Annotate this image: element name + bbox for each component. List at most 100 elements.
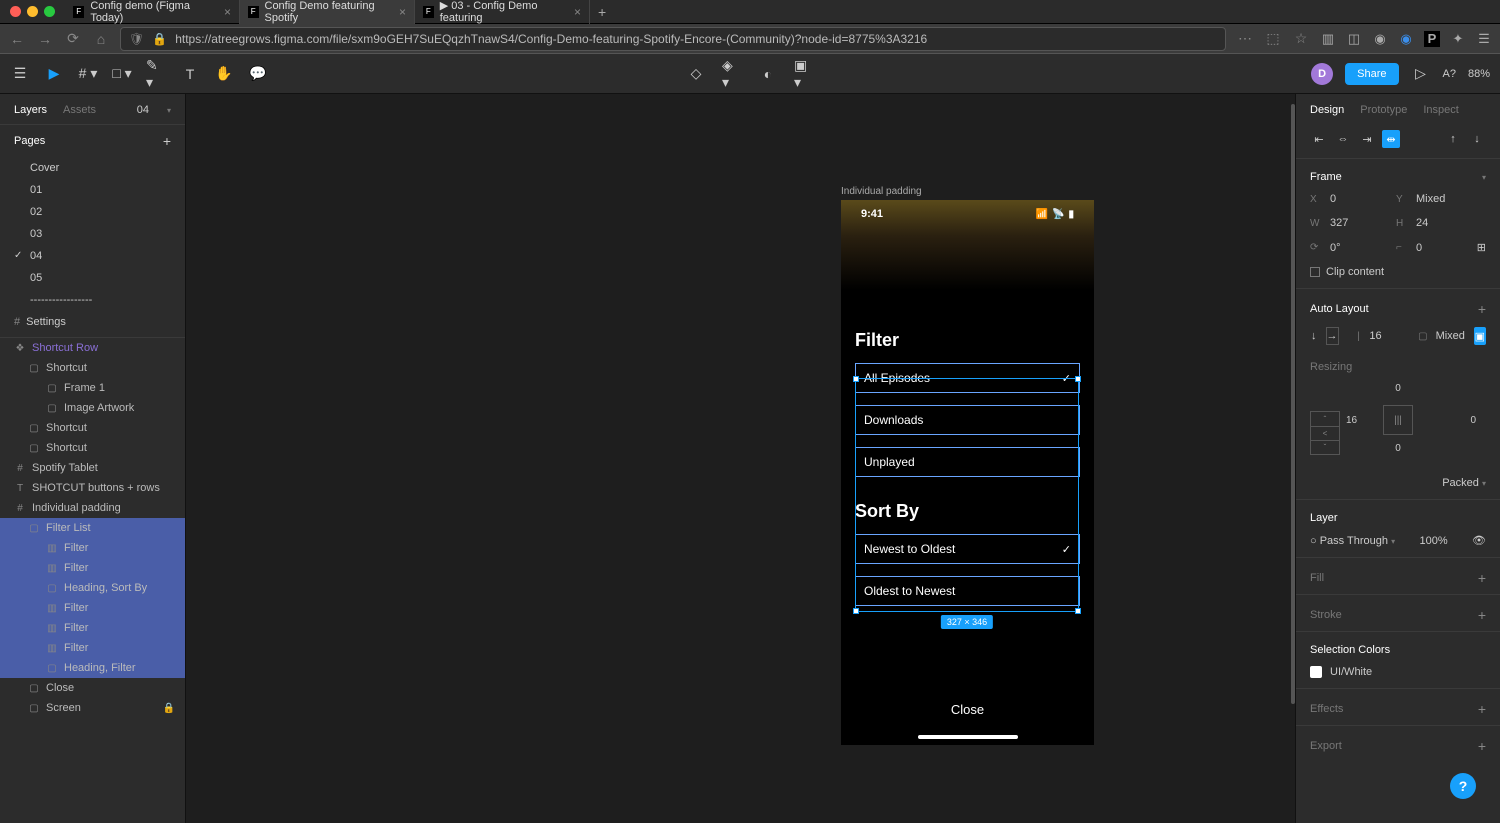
tab-prototype[interactable]: Prototype (1360, 104, 1407, 116)
page-item[interactable]: 02 (0, 201, 185, 223)
tab-inspect[interactable]: Inspect (1423, 104, 1458, 116)
mask-icon[interactable]: ◐ (758, 64, 778, 84)
layer-item[interactable]: ▢Shortcut (0, 438, 185, 458)
browser-tab-0[interactable]: F Config demo (Figma Today) × (65, 0, 240, 24)
rotation-input[interactable]: 0° (1330, 242, 1360, 254)
ext-icon[interactable]: ◉ (1398, 31, 1414, 47)
opacity-input[interactable]: 100% (1419, 535, 1447, 547)
share-button[interactable]: Share (1345, 63, 1398, 85)
layer-item[interactable]: ▥Filter (0, 618, 185, 638)
help-button[interactable]: ? (1450, 773, 1476, 799)
new-tab-button[interactable]: + (590, 4, 614, 20)
layer-item[interactable]: #Individual padding (0, 498, 185, 518)
close-window-icon[interactable] (10, 6, 21, 17)
tab-layers[interactable]: Layers (14, 104, 47, 116)
ext-p-icon[interactable]: P (1424, 31, 1440, 47)
x-input[interactable]: 0 (1330, 193, 1360, 205)
zoom-level[interactable]: 88% (1468, 68, 1490, 80)
clip-content-checkbox[interactable]: Clip content (1310, 266, 1384, 278)
move-tool-icon[interactable]: ▶ (44, 64, 64, 84)
layer-item[interactable]: ▥Filter (0, 638, 185, 658)
y-input[interactable]: Mixed (1416, 193, 1446, 205)
option-unplayed[interactable]: Unplayed (855, 447, 1080, 477)
add-auto-layout-button[interactable]: + (1478, 301, 1486, 317)
page-item[interactable]: 01 (0, 179, 185, 201)
close-tab-icon[interactable]: × (224, 5, 231, 19)
union-icon[interactable]: ▣ ▾ (794, 64, 814, 84)
library-icon[interactable]: ▥ (1320, 31, 1336, 47)
layer-item[interactable]: #Spotify Tablet (0, 458, 185, 478)
current-page-indicator[interactable]: 04 (137, 104, 149, 116)
zoom-a-label[interactable]: A? (1443, 68, 1456, 80)
layer-item[interactable]: ▢Frame 1 (0, 378, 185, 398)
bookmark-icon[interactable]: ☆ (1292, 30, 1310, 47)
layer-item[interactable]: ▥Filter (0, 598, 185, 618)
canvas[interactable]: Individual padding 9:41 📶 📡 ▮ Filter All… (186, 94, 1295, 823)
canvas-scrollbar[interactable] (1291, 94, 1295, 823)
page-item[interactable]: 05 (0, 267, 185, 289)
pad-right-input[interactable]: 0 (1470, 415, 1476, 426)
hand-tool-icon[interactable]: ✋ (214, 64, 234, 84)
align-right-icon[interactable]: ⇥ (1358, 130, 1376, 148)
close-button[interactable]: Close (841, 702, 1094, 717)
independent-corners-icon[interactable]: ⊞ (1477, 241, 1486, 254)
variant-icon[interactable]: ◈ ▾ (722, 64, 742, 84)
chevron-down-icon[interactable]: ▾ (167, 106, 171, 115)
user-avatar[interactable]: D (1311, 63, 1333, 85)
horizontal-dir-icon[interactable]: → (1326, 327, 1339, 345)
scrollbar-thumb[interactable] (1291, 104, 1295, 704)
comment-tool-icon[interactable]: 💬 (248, 64, 268, 84)
text-tool-icon[interactable]: T (180, 64, 200, 84)
add-stroke-button[interactable]: + (1478, 607, 1486, 623)
align-top-icon[interactable]: ↑ (1444, 130, 1462, 148)
add-fill-button[interactable]: + (1478, 570, 1486, 586)
align-box-icon[interactable]: ||| (1383, 405, 1413, 435)
close-tab-icon[interactable]: × (574, 5, 581, 19)
layer-item[interactable]: ▥Filter (0, 538, 185, 558)
component-icon[interactable]: ◇ (686, 64, 706, 84)
reload-button[interactable]: ⟳ (64, 30, 82, 47)
align-bottom-icon[interactable]: ↓ (1468, 130, 1486, 148)
add-export-button[interactable]: + (1478, 738, 1486, 754)
layer-item[interactable]: ▢Screen🔒 (0, 698, 185, 718)
close-tab-icon[interactable]: × (399, 5, 406, 19)
forward-button[interactable]: → (36, 31, 54, 47)
minimize-window-icon[interactable] (27, 6, 38, 17)
pen-tool-icon[interactable]: ✎ ▾ (146, 64, 166, 84)
layer-item[interactable]: ▥Filter (0, 558, 185, 578)
align-center-h-icon[interactable]: ⇔ (1334, 130, 1352, 148)
padding-input[interactable]: Mixed (1436, 330, 1466, 342)
lock-icon[interactable]: 🔒 (163, 703, 175, 714)
phone-frame[interactable]: 9:41 📶 📡 ▮ Filter All Episodes ✓ Downloa… (841, 200, 1094, 745)
resizing-dropdown[interactable]: ˆ < ˇ (1310, 411, 1340, 455)
blend-dropdown[interactable]: ○ Pass Through ▾ (1310, 535, 1395, 547)
layer-item[interactable]: ▢Image Artwork (0, 398, 185, 418)
layer-item[interactable]: TSHOTCUT buttons + rows (0, 478, 185, 498)
layer-item[interactable]: ▢Heading, Filter (0, 658, 185, 678)
align-left-icon[interactable]: ⇤ (1310, 130, 1328, 148)
back-button[interactable]: ← (8, 31, 26, 47)
present-icon[interactable]: ▷ (1411, 64, 1431, 84)
pad-top-input[interactable]: 0 (1395, 383, 1401, 394)
layer-item[interactable]: ▢Heading, Sort By (0, 578, 185, 598)
home-button[interactable]: ⌂ (92, 31, 110, 47)
menu-icon[interactable]: ☰ (10, 64, 30, 84)
reader-icon[interactable]: ⬚ (1264, 30, 1282, 47)
option-all-episodes[interactable]: All Episodes ✓ (855, 363, 1080, 393)
vertical-dir-icon[interactable]: ↓ (1310, 327, 1318, 345)
chevron-down-icon[interactable]: ▾ (1482, 173, 1486, 182)
add-effect-button[interactable]: + (1478, 701, 1486, 717)
ext-butterfly-icon[interactable]: ✦ (1450, 31, 1466, 47)
pad-left-input[interactable]: 16 (1346, 415, 1357, 426)
layer-item[interactable]: ▢Shortcut (0, 358, 185, 378)
h-input[interactable]: 24 (1416, 217, 1446, 229)
page-item[interactable]: Cover (0, 157, 185, 179)
option-downloads[interactable]: Downloads (855, 405, 1080, 435)
option-newest[interactable]: Newest to Oldest ✓ (855, 534, 1080, 564)
menu-icon[interactable]: ☰ (1476, 31, 1492, 47)
w-input[interactable]: 327 (1330, 217, 1360, 229)
more-icon[interactable]: ⋯ (1236, 30, 1254, 47)
account-icon[interactable]: ◉ (1372, 31, 1388, 47)
sidebar-icon[interactable]: ◫ (1346, 31, 1362, 47)
layer-item[interactable]: ▢Filter List (0, 518, 185, 538)
